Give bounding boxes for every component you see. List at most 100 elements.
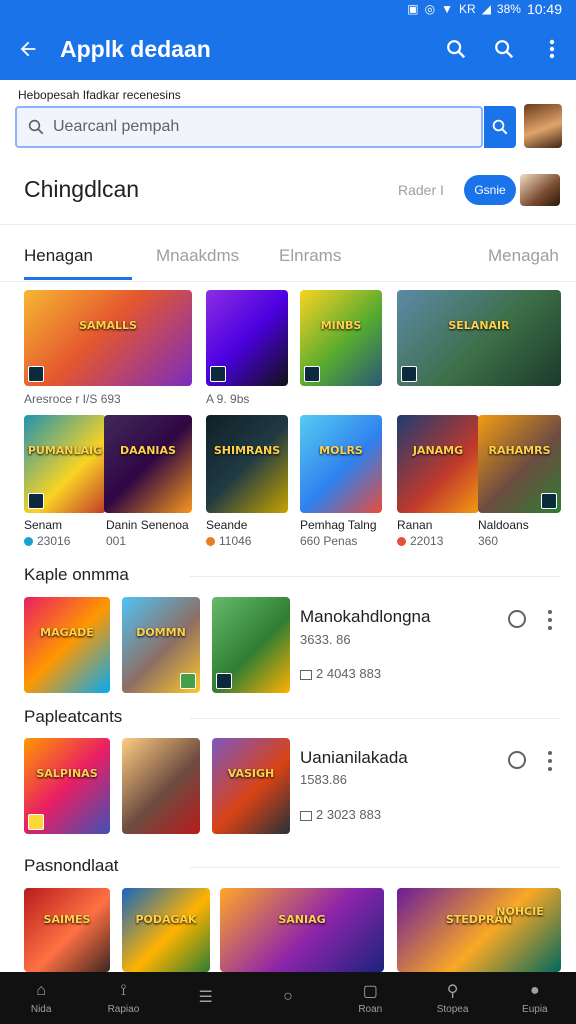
wifi-icon: ▼	[441, 2, 454, 16]
tile-meta: 11046	[206, 534, 251, 548]
game-tile[interactable]: PODAGAK	[122, 888, 210, 972]
nav-apps[interactable]: ⟟ Rapiao	[82, 972, 164, 1024]
game-tile[interactable]: DAANIAS	[104, 415, 192, 513]
game-tile[interactable]: SALPINAS	[24, 738, 110, 834]
home-icon: ⌂	[36, 982, 46, 999]
tile-art-label: DOMMN	[136, 625, 186, 639]
game-tile[interactable]: DOMMN	[122, 597, 200, 693]
tile-art-label: SANIAG	[278, 913, 326, 927]
tab-henagan[interactable]: Henagan	[24, 246, 93, 266]
game-tile[interactable]	[212, 597, 290, 693]
tile-art-label: SAMALLS	[79, 318, 137, 332]
game-tile[interactable]: SELANAIR	[397, 290, 561, 386]
app-badge-icon	[28, 493, 44, 509]
tile-art-label: PODAGAK	[135, 913, 197, 927]
list-item-title[interactable]: Manokahdlongna	[300, 607, 430, 627]
nav-label: Stopea	[436, 1004, 469, 1015]
tile-caption: A 9. 9bs	[206, 392, 250, 406]
person-icon: ●	[529, 982, 540, 999]
status-bar: ▣ ◎ ▼ KR ◢ 38% 10:49	[0, 0, 576, 18]
arrow-back-icon	[20, 41, 36, 57]
game-tile[interactable]: JANAMG	[397, 415, 479, 513]
search-submit-button[interactable]	[484, 106, 516, 148]
game-tile[interactable]: SAMALLS	[24, 290, 192, 386]
game-tile[interactable]: MINBS	[300, 290, 382, 386]
more-vert-icon	[549, 39, 555, 59]
nav-notifications[interactable]: ▢ Roan	[329, 972, 411, 1024]
game-tile[interactable]: PUMANLAIG	[24, 415, 106, 513]
content-card	[0, 80, 576, 1024]
timer-icon[interactable]	[508, 751, 526, 769]
avatar[interactable]	[524, 104, 562, 148]
tab-mnaakdms[interactable]: Mnaakdms	[156, 246, 239, 266]
back-button[interactable]	[0, 18, 56, 80]
nav-label: Eupia	[522, 1004, 548, 1015]
game-tile[interactable]: RAHAMRS	[478, 415, 561, 513]
bottom-navigation: ⌂ Nida ⟟ Rapiao ☰ ○ ▢ Roan ⚲ Stopea ● Eupia	[0, 972, 576, 1024]
more-vert-icon[interactable]	[546, 751, 554, 771]
game-tile[interactable]: SAIMES	[24, 888, 110, 972]
network-label: KR	[459, 2, 476, 16]
dot-icon	[397, 537, 406, 547]
screen: { "status": {"icons": ["nfc-icon", "alar…	[0, 0, 576, 1024]
app-badge-icon	[210, 366, 226, 382]
avatar[interactable]	[520, 174, 560, 206]
tile-caption: Aresroce r I/S 693	[24, 392, 121, 406]
app-badge-icon	[216, 673, 232, 689]
nav-home[interactable]: ⌂ Nida	[0, 972, 82, 1024]
overflow-menu-button[interactable]	[528, 18, 576, 80]
tile-art-label: MINBS	[320, 318, 362, 332]
game-tile[interactable]: STEDPRAN NOHCIE	[397, 888, 561, 972]
game-tile[interactable]	[206, 290, 288, 386]
game-tile[interactable]: MAGADE	[24, 597, 110, 693]
tile-meta-text: 11046	[219, 534, 252, 548]
tab-indicator	[24, 277, 132, 280]
tile-meta: 360	[478, 534, 499, 548]
tile-art-label: NOHCIE	[496, 904, 544, 918]
search-input[interactable]	[53, 118, 453, 136]
tab-menagah[interactable]: Menagah	[488, 246, 559, 266]
game-tile[interactable]	[122, 738, 200, 834]
game-tile[interactable]: MOLRS	[300, 415, 382, 513]
nav-menu[interactable]: ☰	[165, 972, 247, 1024]
storage-icon	[300, 810, 312, 821]
tab-elnrams[interactable]: Elnrams	[279, 246, 341, 266]
timer-icon[interactable]	[508, 610, 526, 628]
list-item-meta-text: 2 3023 883	[316, 807, 382, 822]
game-tile[interactable]: SANIAG	[220, 888, 384, 972]
tile-art-label: DAANIAS	[120, 444, 176, 458]
app-badge-icon	[401, 366, 417, 382]
search-box[interactable]	[15, 106, 483, 148]
divider	[0, 281, 576, 282]
divider	[190, 867, 560, 868]
tile-title: Ranan	[397, 518, 433, 532]
game-tile[interactable]: VASIGH	[212, 738, 290, 834]
signal-icon: ◢	[481, 2, 491, 16]
search-icon	[492, 119, 508, 135]
section-title: Chingdlcan	[24, 176, 140, 202]
tile-art-label: SAIMES	[43, 913, 91, 927]
section-pill-button[interactable]: Gsnie	[464, 175, 516, 205]
section-meta: Rader I	[398, 182, 444, 198]
divider	[0, 224, 576, 225]
more-vert-icon[interactable]	[546, 610, 554, 630]
game-tile[interactable]: SHIMRANS	[206, 415, 288, 513]
nav-search[interactable]: ⚲ Stopea	[411, 972, 493, 1024]
search-icon	[28, 119, 44, 135]
nav-label: Rapiao	[107, 1004, 140, 1015]
list-item-title[interactable]: Uanianilakada	[300, 748, 408, 768]
tile-art-label: JANAMG	[412, 444, 464, 458]
nav-circle[interactable]: ○	[247, 972, 329, 1024]
storage-icon	[300, 669, 312, 680]
list-item-meta: 3633. 86	[300, 632, 351, 647]
app-bar: Applk dedaan	[0, 18, 576, 80]
search-button[interactable]	[432, 18, 480, 80]
search-button-2[interactable]	[480, 18, 528, 80]
app-badge-icon	[180, 673, 196, 689]
dot-icon	[24, 537, 33, 547]
nav-profile[interactable]: ● Eupia	[494, 972, 576, 1024]
tile-art-label: RAHAMRS	[488, 444, 551, 458]
tile-title: Senam	[24, 518, 63, 532]
list-item-meta: 2 4043 883	[300, 666, 381, 681]
divider	[190, 576, 560, 577]
